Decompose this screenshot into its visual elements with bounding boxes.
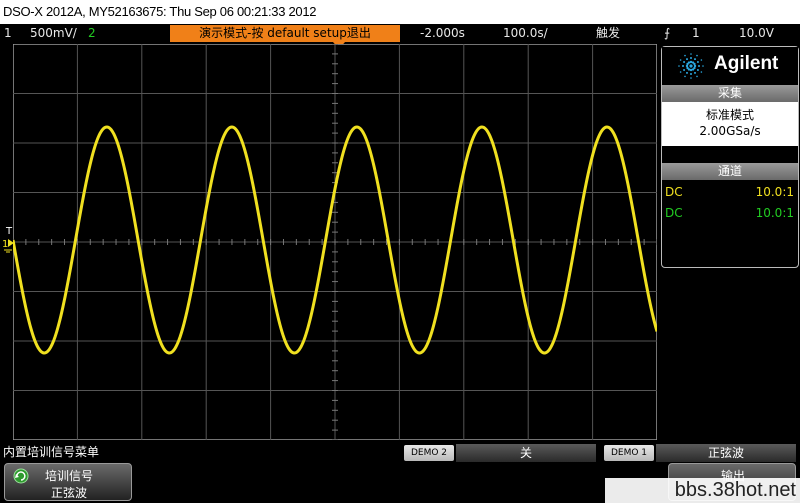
demo1-value: 正弦波 [656,444,796,462]
ground-marker-icon: 1 [2,239,14,253]
demo2-value: 关 [456,444,596,462]
window-title: DSO-X 2012A, MY52163675: Thu Sep 06 00:2… [3,4,317,19]
acquisition-body: 标准模式 2.00GSa/s [662,102,798,146]
acquisition-mode: 标准模式 [705,108,754,122]
agilent-spark-icon [678,53,704,79]
ch1-scale[interactable]: 500mV/ [30,24,77,42]
ch1-label[interactable]: 1 [4,24,12,42]
sample-rate: 2.00GSa/s [699,124,761,138]
demo1-tag: DEMO 1 [604,445,654,461]
channel1-row: DC 10.0:1 [662,182,798,202]
ch2-label[interactable]: 2 [88,24,96,42]
ch2-probe: 10.0:1 [755,206,794,220]
time-scale[interactable]: 100.0s/ [503,24,548,42]
site-watermark: bbs.38hot.net [605,478,800,503]
trigger-source[interactable]: 1 [692,24,700,42]
demo-mode-banner: 演示模式-按 default setup退出 [170,25,400,42]
channel2-row: DC 10.0:1 [662,203,798,223]
training-signal-softkey[interactable]: 培训信号 正弦波 [4,463,132,501]
info-panel: Agilent 采集 标准模式 2.00GSa/s 通道 DC 10.0:1 D… [661,46,799,268]
ch2-coupling: DC [665,206,683,220]
window-title-bar: DSO-X 2012A, MY52163675: Thu Sep 06 00:2… [0,0,800,24]
brand-name: Agilent [714,53,779,74]
trigger-level[interactable]: 10.0V [739,24,774,42]
menu-title: 内置培训信号菜单 [3,445,100,459]
training-signal-value: 正弦波 [50,486,87,500]
status-bar: 1 500mV/ 2 演示模式-按 default setup退出 -2.000… [0,24,800,42]
brand-logo: Agilent [662,47,798,85]
channels-header: 通道 [662,163,798,180]
acquisition-header: 采集 [662,85,798,102]
trigger-mode[interactable]: 触发 [596,24,620,42]
time-offset[interactable]: -2.000s [420,24,465,42]
trigger-edge-icon: ⨍ [664,26,671,40]
demo2-tag: DEMO 2 [404,445,454,461]
training-signal-label: 培训信号 [44,469,93,483]
ch1-probe: 10.0:1 [755,185,794,199]
waveform-display[interactable] [13,44,657,440]
ch1-coupling: DC [665,185,683,199]
ch1-ground-label: 1 [2,239,8,250]
